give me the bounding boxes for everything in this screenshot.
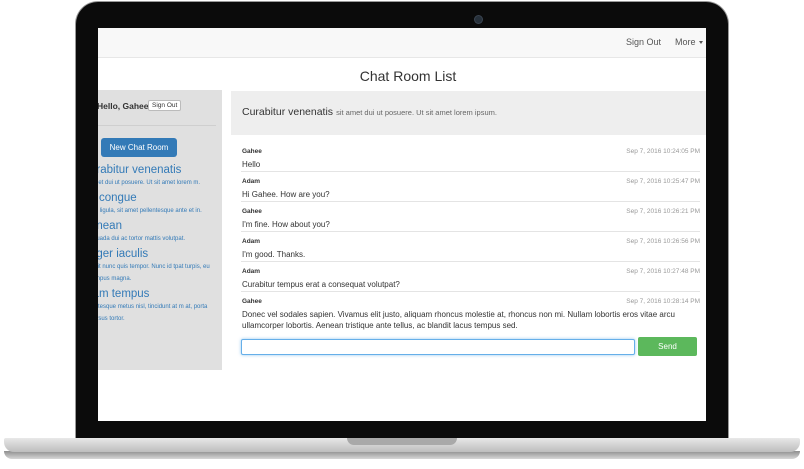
message-time: Sep 7, 2016 10:26:56 PM	[626, 238, 700, 245]
room-name[interactable]: enean	[98, 220, 220, 233]
room-desc: esuada dui ac tortor mattis volutpat.	[98, 236, 186, 242]
room-desc: tas ligula, sit amet pellentesque ante e…	[98, 208, 202, 214]
message-text: Hi Gahee. How are you?	[242, 190, 330, 199]
room-name[interactable]: s congue	[98, 192, 220, 205]
message-time: Sep 7, 2016 10:28:14 PM	[626, 298, 700, 305]
message: Adam Sep 7, 2016 10:27:48 PM Curabitur t…	[241, 261, 700, 291]
room-name[interactable]: urabitur venenatis	[98, 164, 220, 177]
message: Adam Sep 7, 2016 10:25:47 PM Hi Gahee. H…	[241, 171, 700, 201]
message-author: Gahee	[242, 208, 262, 215]
nav-more-label: More	[675, 37, 696, 47]
message-list: Gahee Sep 7, 2016 10:24:05 PM Hello Adam…	[241, 142, 700, 330]
nav-sign-out-link[interactable]: Sign Out	[626, 37, 661, 47]
room-title: Curabitur venenatis sit amet dui ut posue…	[242, 106, 497, 118]
room-subtitle: sit amet dui ut posuere. Ut sit amet lor…	[336, 108, 497, 117]
sidebar-sign-out-button[interactable]: Sign Out	[148, 100, 182, 111]
message-author: Gahee	[242, 298, 262, 305]
message-author: Adam	[242, 268, 261, 275]
message-input[interactable]	[241, 339, 635, 355]
send-button[interactable]: Send	[638, 337, 697, 356]
room-list: urabitur venenatis amet dui ut posuere. …	[98, 164, 222, 328]
message: Adam Sep 7, 2016 10:26:56 PM I'm good. T…	[241, 231, 700, 261]
message-author: Gahee	[242, 148, 262, 155]
room-desc: amet dui ut posuere. Ut sit amet lorem m…	[98, 180, 201, 186]
message-time: Sep 7, 2016 10:26:21 PM	[626, 208, 700, 215]
sidebar: Hello, Gahee Sign Out New Chat Room urab…	[98, 90, 222, 370]
room-desc: cipit nunc quis tempor. Nunc id tpat tur…	[98, 264, 210, 282]
message-time: Sep 7, 2016 10:25:47 PM	[626, 178, 700, 185]
message-text: Donec vel sodales sapien. Vivamus elit j…	[242, 310, 675, 330]
room-title-text: Curabitur venenatis	[242, 106, 334, 118]
message: Gahee Sep 7, 2016 10:24:05 PM Hello	[241, 142, 700, 171]
room-name[interactable]: iam tempus	[98, 288, 220, 301]
message-text: I'm fine. How about you?	[242, 220, 330, 229]
room-name[interactable]: eger iaculis	[98, 248, 220, 261]
laptop-base-shadow	[4, 451, 800, 459]
room-item[interactable]: urabitur venenatis amet dui ut posuere. …	[98, 164, 220, 189]
message-time: Sep 7, 2016 10:24:05 PM	[626, 148, 700, 155]
room-item[interactable]: enean esuada dui ac tortor mattis volutp…	[98, 220, 220, 245]
message: Gahee Sep 7, 2016 10:28:14 PM Donec vel …	[241, 291, 700, 330]
room-header: Curabitur venenatis sit amet dui ut posue…	[231, 91, 706, 135]
caret-down-icon	[698, 41, 703, 45]
room-desc: lentesque metus nisl, tincidunt at m at,…	[98, 304, 208, 322]
message-author: Adam	[242, 238, 261, 245]
room-item[interactable]: iam tempus lentesque metus nisl, tincidu…	[98, 288, 220, 325]
navbar: Sign Out More	[98, 28, 706, 58]
message-text: I'm good. Thanks.	[242, 250, 306, 259]
page-title: Chat Room List	[359, 68, 457, 84]
message: Gahee Sep 7, 2016 10:26:21 PM I'm fine. …	[241, 201, 700, 231]
message-text: Curabitur tempus erat a consequat volutp…	[242, 280, 400, 289]
room-item[interactable]: s congue tas ligula, sit amet pellentesq…	[98, 192, 220, 217]
message-time: Sep 7, 2016 10:27:48 PM	[626, 268, 700, 275]
nav-more-dropdown[interactable]: More	[675, 37, 703, 47]
laptop-notch	[347, 438, 457, 445]
message-author: Adam	[242, 178, 261, 185]
divider	[98, 125, 216, 126]
new-chat-room-button[interactable]: New Chat Room	[101, 138, 177, 157]
message-text: Hello	[242, 160, 261, 169]
screen: Sign Out More Chat Room List Hello, Gahe…	[98, 28, 706, 421]
camera-icon	[475, 16, 482, 23]
room-item[interactable]: eger iaculis cipit nunc quis tempor. Nun…	[98, 248, 220, 285]
greeting: Hello, Gahee	[98, 101, 149, 111]
